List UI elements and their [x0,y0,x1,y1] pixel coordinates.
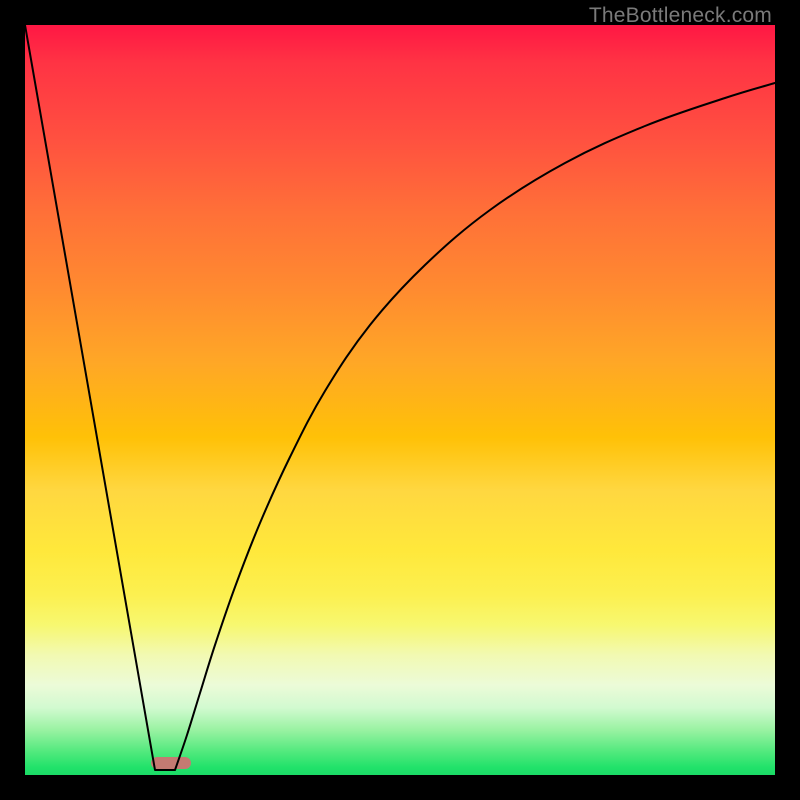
chart-plot-area [25,25,775,775]
bottleneck-marker [151,757,191,769]
